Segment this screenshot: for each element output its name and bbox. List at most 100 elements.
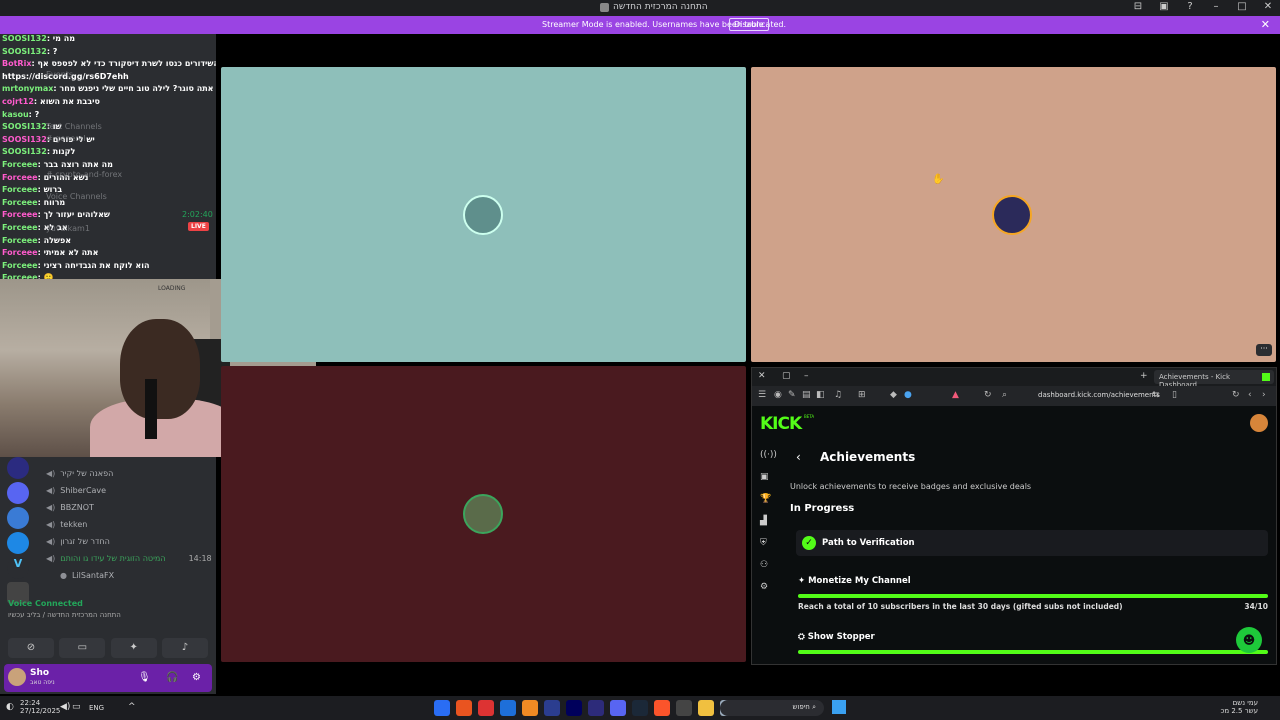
moderation-icon[interactable]: ⛨ [760,538,774,560]
channel-label[interactable]: Text Channels [46,122,102,131]
chat-username[interactable]: Forceee [2,248,38,257]
volume-icon[interactable]: ◀) [60,702,70,712]
chat-username[interactable]: SOOSI132 [2,147,47,156]
brave-icon[interactable] [654,700,670,716]
app-icon[interactable] [500,700,516,716]
voice-member[interactable]: ● LilSantaFX [60,571,114,580]
chat-username[interactable]: SOOSI132 [2,47,47,56]
chat-username[interactable]: kasou [2,110,29,119]
reload-icon[interactable]: ↻ [984,390,992,400]
premiere-icon[interactable] [544,700,560,716]
kick-logo[interactable]: KICK [760,414,802,434]
content-icon[interactable]: ▣ [760,472,774,494]
premiere-icon[interactable] [588,700,604,716]
app-icon[interactable] [456,700,472,716]
chat-username[interactable]: Forceee [2,173,38,182]
tray-chevron-icon[interactable]: ^ [128,702,136,712]
app-icon[interactable] [676,700,692,716]
notification-icon[interactable]: ◐ [6,702,14,712]
back-icon[interactable]: ‹ [796,450,801,464]
menu-icon[interactable]: ☰ [758,390,766,400]
soundboard-icon[interactable]: ♪ [161,638,208,658]
participant-tile[interactable] [221,366,746,662]
restore-icon[interactable]: ▢ [782,371,791,381]
server-icon[interactable]: V [7,557,29,579]
chat-username[interactable]: Forceee [2,223,38,232]
voice-channel[interactable]: ◀) tekken [46,520,87,529]
language-indicator[interactable]: ENG [89,704,104,712]
disable-button[interactable]: Disable [729,18,769,31]
channel-label[interactable]: Events [46,70,73,79]
inbox-icon[interactable]: ▣ [1158,1,1170,12]
settings-icon[interactable]: ⚙ [760,582,774,604]
windows-start-icon[interactable] [832,700,846,714]
server-icon[interactable] [7,507,29,529]
close-icon[interactable]: ✕ [758,371,766,381]
extension-icon[interactable]: ▤ [802,390,811,400]
help-icon[interactable]: ? [1184,1,1196,12]
activities-icon[interactable]: ✦ [110,638,157,658]
channel-label[interactable]: # crypto-and-forex [46,170,122,179]
chat-username[interactable]: Forceee [2,198,38,207]
screenshare-icon[interactable]: ▭ [59,638,106,658]
chat-username[interactable]: Forceee [2,185,38,194]
community-icon[interactable]: ⚇ [760,560,774,582]
search-field[interactable]: חיפוש ⌕ [720,700,824,716]
folder-icon[interactable] [698,700,714,716]
chat-username[interactable]: Forceee [2,261,38,270]
trophy-icon[interactable]: 🏆 [760,494,774,516]
sidebar-icon[interactable]: ◧ [816,390,825,400]
network-icon[interactable]: ▭ [72,702,81,712]
steam-icon[interactable] [632,700,648,716]
channel-label[interactable]: # general [46,134,86,143]
shield-icon[interactable]: ● [904,390,912,400]
server-icon[interactable] [7,457,29,479]
participant-tile[interactable] [221,67,746,362]
new-tab-icon[interactable]: + [1140,371,1148,381]
app-icon[interactable] [478,700,494,716]
tab-achievements[interactable]: Achievements - Kick Dashboard [1154,370,1274,389]
verification-card[interactable]: ✓ Path to Verification [796,530,1268,556]
server-icon[interactable] [7,482,29,504]
profile-avatar[interactable] [1250,414,1268,432]
chat-username[interactable]: SOOSI132 [2,135,47,144]
voice-channel[interactable]: ◀) הפאנה של יקיר [46,469,113,478]
gear-icon[interactable]: ⚙ [192,672,201,683]
voice-channel[interactable]: ◀) BBZNOT [46,503,94,512]
chat-username[interactable]: cojrt12 [2,97,34,106]
participant-tile[interactable]: ··· [751,67,1276,362]
pin-icon[interactable]: ⊟ [1132,1,1144,12]
back-icon[interactable]: ‹ [1248,390,1252,400]
achievement-item[interactable]: ✦ Monetize My Channel Reach a total of 1… [798,576,1268,611]
avatar[interactable] [8,668,26,686]
clock[interactable]: 22:24 27/12/2025 [20,699,60,715]
diamond-icon[interactable]: ◆ [890,390,897,400]
chat-username[interactable]: BotRix [2,59,31,68]
share-icon[interactable]: ⇆ [1152,390,1160,400]
chat-username[interactable]: SOOSI132 [2,34,47,43]
chat-username[interactable]: SOOSI132 [2,122,47,131]
camera-off-icon[interactable]: ⊘ [8,638,54,658]
extension-icon[interactable]: ✎ [788,390,796,400]
weather-widget[interactable]: עמי נשם עשר 2.5 מכ [1221,699,1258,715]
app-icon[interactable] [522,700,538,716]
chat-username[interactable]: Forceee [2,160,38,169]
search-icon[interactable]: ⌕ [1002,390,1007,400]
music-icon[interactable]: ♫ [834,390,842,400]
discord-icon[interactable] [610,700,626,716]
forward-icon[interactable]: › [1262,390,1266,400]
bookmark-icon[interactable]: ▯ [1172,390,1177,400]
voice-channel[interactable]: ◀) ShiberCave [46,486,106,495]
app-icon[interactable] [434,700,450,716]
after-effects-icon[interactable] [566,700,582,716]
voice-channel[interactable]: ◀) החדר של זגרון [46,537,110,546]
close-icon[interactable]: ✕ [1261,18,1270,31]
achievement-item[interactable]: ⛭ Show Stopper [798,632,1268,654]
chat-username[interactable]: Forceee [2,236,38,245]
server-icon[interactable] [7,532,29,554]
chat-username[interactable]: Forceee [2,210,38,219]
chat-username[interactable]: mrtonymax [2,84,53,93]
refresh-icon[interactable]: ↻ [1232,390,1240,400]
mic-icon[interactable]: 🎙 [138,672,151,683]
maximize-button[interactable]: □ [1236,1,1248,12]
